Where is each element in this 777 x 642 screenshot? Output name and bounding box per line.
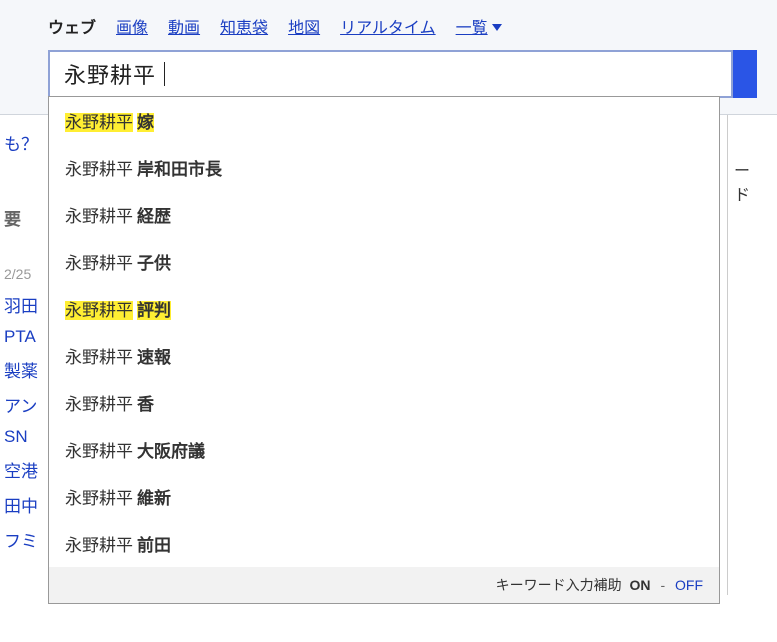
tab-chiebukuro[interactable]: 知恵袋: [220, 14, 268, 38]
suggestion-extra: 維新: [137, 489, 171, 508]
suggestion-base: 永野耕平: [65, 536, 133, 555]
bg-link[interactable]: 製薬: [4, 357, 48, 382]
bg-date: 2/25: [4, 266, 48, 282]
search-input[interactable]: 永野耕平: [48, 50, 733, 98]
bg-link[interactable]: PTA: [4, 327, 48, 347]
bg-keyword: ード: [728, 157, 757, 205]
bg-right-column: ード: [727, 115, 757, 595]
suggestion-extra: 大阪府議: [137, 442, 205, 461]
suggestion-base: 永野耕平: [65, 301, 133, 320]
suggestion-base: 永野耕平: [65, 160, 133, 179]
suggestion-footer: キーワード入力補助 ON - OFF: [49, 567, 719, 603]
suggestion-extra: 嫁: [137, 113, 154, 132]
bg-tab: 要: [4, 205, 48, 230]
bg-link[interactable]: SN: [4, 427, 48, 447]
suggestion-base: 永野耕平: [65, 442, 133, 461]
search-bar: 永野耕平: [48, 50, 757, 98]
text-caret: [164, 62, 165, 86]
tab-more-label: 一覧: [456, 14, 488, 38]
suggestion-extra: 前田: [137, 536, 171, 555]
suggest-sep: -: [660, 577, 665, 593]
suggestion-extra: 速報: [137, 348, 171, 367]
suggestion-item[interactable]: 永野耕平経歴: [49, 191, 719, 238]
suggestion-extra: 岸和田市長: [137, 160, 222, 179]
chevron-down-icon: [492, 24, 502, 31]
suggestion-base: 永野耕平: [65, 348, 133, 367]
suggest-on[interactable]: ON: [630, 577, 651, 593]
bg-left-column: も？ 要 2/25 羽田 PTA 製薬 アン SN 空港 田中 フミ: [0, 120, 48, 552]
search-query-text: 永野耕平: [64, 58, 156, 90]
tab-images[interactable]: 画像: [116, 14, 148, 38]
bg-link[interactable]: 空港: [4, 457, 48, 482]
tab-more[interactable]: 一覧: [456, 14, 502, 38]
search-tabs: ウェブ 画像 動画 知恵袋 地図 リアルタイム 一覧: [48, 14, 502, 38]
tab-map[interactable]: 地図: [288, 14, 320, 38]
suggestion-base: 永野耕平: [65, 254, 133, 273]
tab-video[interactable]: 動画: [168, 14, 200, 38]
suggestion-extra: 経歴: [137, 207, 171, 226]
tab-realtime[interactable]: リアルタイム: [340, 14, 436, 38]
bg-link[interactable]: アン: [4, 392, 48, 417]
bg-link[interactable]: フミ: [4, 527, 48, 552]
suggestion-item[interactable]: 永野耕平評判: [49, 285, 719, 332]
suggestion-base: 永野耕平: [65, 395, 133, 414]
suggest-off[interactable]: OFF: [675, 577, 703, 593]
bg-link[interactable]: 田中: [4, 492, 48, 517]
suggestion-extra: 子供: [137, 254, 171, 273]
suggestion-item[interactable]: 永野耕平維新: [49, 473, 719, 520]
suggestion-dropdown: 永野耕平嫁 永野耕平岸和田市長 永野耕平経歴 永野耕平子供 永野耕平評判 永野耕…: [48, 96, 720, 604]
suggestion-item[interactable]: 永野耕平岸和田市長: [49, 144, 719, 191]
suggestion-item[interactable]: 永野耕平子供: [49, 238, 719, 285]
suggestion-item[interactable]: 永野耕平大阪府議: [49, 426, 719, 473]
search-button[interactable]: [733, 50, 757, 98]
suggestion-extra: 香: [137, 395, 154, 414]
bg-link[interactable]: 羽田: [4, 292, 48, 317]
suggestion-item[interactable]: 永野耕平速報: [49, 332, 719, 379]
suggestion-base: 永野耕平: [65, 489, 133, 508]
bg-text: も？: [4, 130, 48, 155]
suggestion-item[interactable]: 永野耕平嫁: [49, 97, 719, 144]
suggestion-item[interactable]: 永野耕平香: [49, 379, 719, 426]
tab-web[interactable]: ウェブ: [48, 14, 96, 38]
suggestion-base: 永野耕平: [65, 113, 133, 132]
suggestion-item[interactable]: 永野耕平前田: [49, 520, 719, 567]
suggestion-base: 永野耕平: [65, 207, 133, 226]
suggest-assist-label: キーワード入力補助: [496, 577, 622, 593]
suggestion-extra: 評判: [137, 301, 171, 320]
